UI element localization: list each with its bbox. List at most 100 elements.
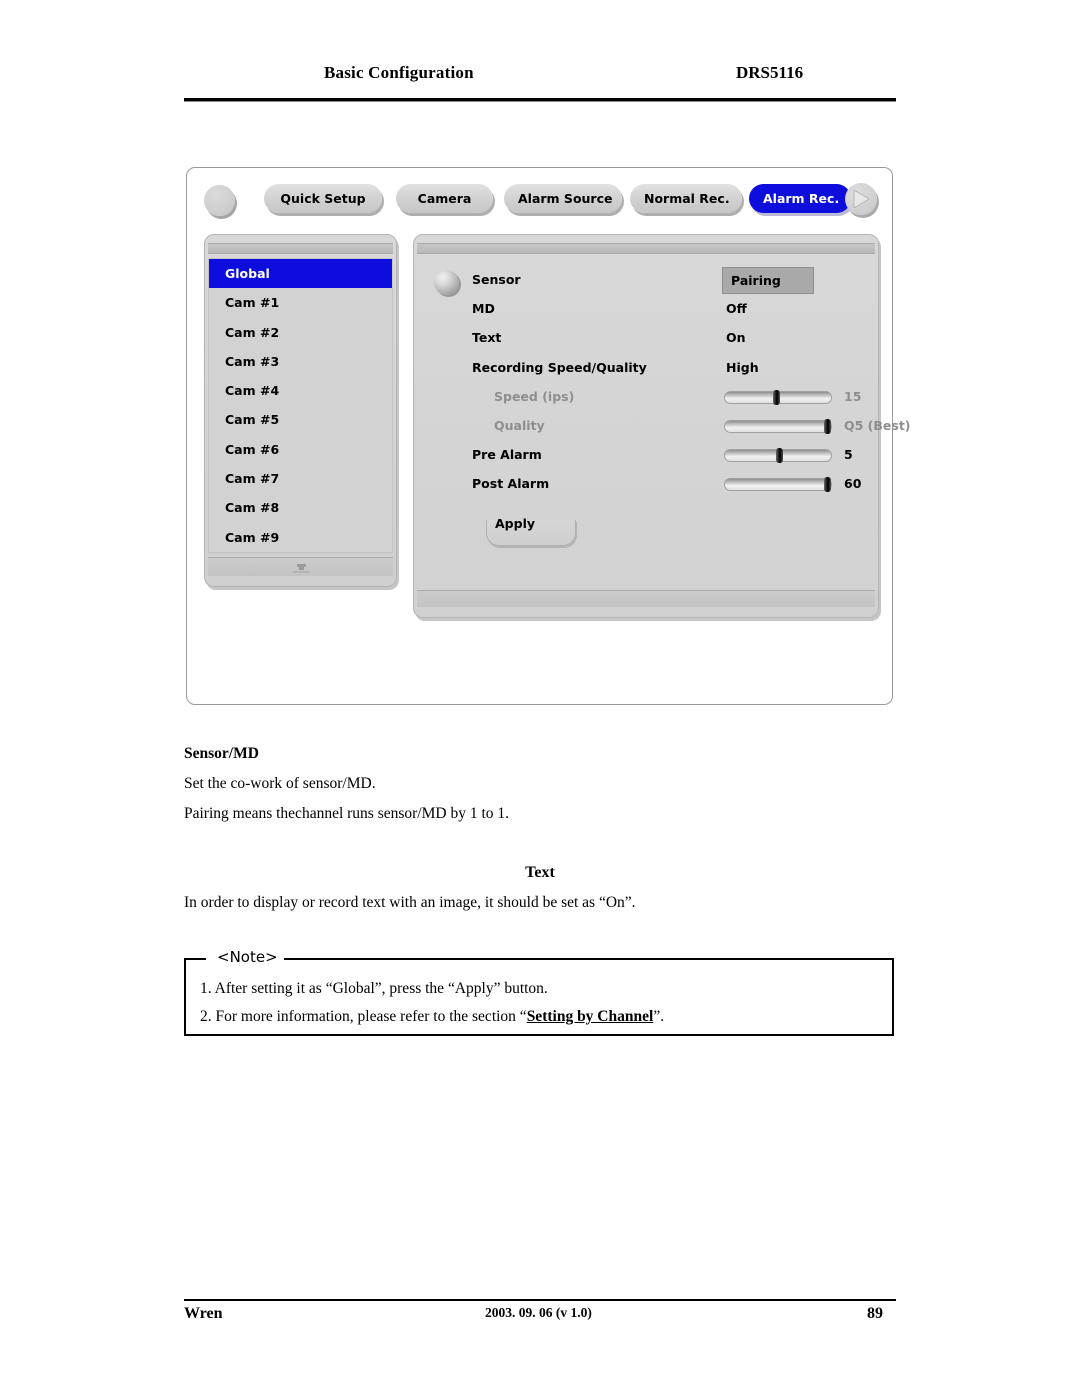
setting-row-text: Text On bbox=[472, 327, 872, 356]
note-line-2: 2. For more information, please refer to… bbox=[200, 1008, 664, 1026]
setting-row-sensor: Sensor Pairing bbox=[472, 267, 872, 298]
list-item-label: Cam #3 bbox=[225, 353, 280, 369]
tab-alarm-source[interactable]: Alarm Source bbox=[504, 184, 622, 213]
section-paragraph-2: Pairing means thechannel runs sensor/MD … bbox=[184, 805, 510, 822]
camera-list-panel: Global Cam #1 Cam #2 Cam #3 Cam #4 Cam #… bbox=[204, 234, 397, 587]
list-item-label: Cam #2 bbox=[225, 324, 280, 340]
list-item-cam4[interactable]: Cam #4 bbox=[209, 376, 392, 405]
slider-quality[interactable] bbox=[724, 418, 832, 434]
setting-label-pre-alarm: Pre Alarm bbox=[472, 447, 542, 463]
note-line-2-suffix: ”. bbox=[653, 1008, 665, 1025]
list-item-label: Cam #6 bbox=[225, 441, 280, 457]
section-heading-text: Text bbox=[525, 864, 555, 881]
slider-thumb[interactable] bbox=[772, 389, 780, 405]
list-item-global[interactable]: Global bbox=[209, 259, 392, 289]
settings-header-bar bbox=[417, 243, 875, 254]
scroll-down-icon[interactable] bbox=[292, 562, 310, 580]
page-model-label: DRS5116 bbox=[736, 63, 804, 82]
section-paragraph-1: Set the co-work of sensor/MD. bbox=[184, 775, 376, 792]
setting-row-quality: Quality Q5 (Best) bbox=[472, 415, 911, 444]
footer-divider bbox=[184, 1299, 896, 1301]
camera-list-footer-bar[interactable] bbox=[208, 557, 393, 576]
setting-value-text[interactable]: On bbox=[726, 330, 746, 345]
list-item-label: Cam #9 bbox=[225, 529, 280, 545]
setting-label-sensor: Sensor bbox=[472, 272, 521, 287]
tab-alarm-source-label: Alarm Source bbox=[518, 191, 613, 206]
setting-value-post-alarm: 60 bbox=[844, 476, 862, 492]
circle-button-icon[interactable] bbox=[204, 185, 235, 216]
camera-list-items: Global Cam #1 Cam #2 Cam #3 Cam #4 Cam #… bbox=[208, 258, 393, 553]
tab-alarm-rec[interactable]: Alarm Rec. bbox=[749, 184, 851, 213]
settings-panel: Sensor Pairing MD Off Text On Recording … bbox=[413, 234, 911, 618]
list-item-label: Cam #1 bbox=[225, 295, 280, 311]
tab-camera[interactable]: Camera bbox=[396, 184, 493, 213]
slider-post-alarm[interactable] bbox=[724, 477, 832, 493]
list-item-label: Cam #5 bbox=[225, 412, 280, 428]
dvr-screenshot-frame: Quick Setup Camera Alarm Source Normal R… bbox=[186, 167, 911, 705]
tab-normal-rec[interactable]: Normal Rec. bbox=[630, 184, 742, 213]
list-item-cam5[interactable]: Cam #5 bbox=[209, 405, 392, 434]
page-title: Basic Configuration bbox=[324, 63, 474, 82]
dial-knob-icon[interactable] bbox=[434, 270, 459, 295]
list-item-cam6[interactable]: Cam #6 bbox=[209, 435, 392, 464]
settings-footer-bar bbox=[417, 590, 875, 607]
slider-thumb[interactable] bbox=[775, 448, 783, 464]
slider-pre-alarm[interactable] bbox=[724, 448, 832, 464]
setting-value-speed-ips: 15 bbox=[844, 388, 862, 404]
list-item-label: Cam #8 bbox=[225, 500, 280, 516]
page-header: Basic Configuration DRS5116 bbox=[184, 63, 896, 99]
setting-label-speed-ips: Speed (ips) bbox=[494, 388, 575, 404]
note-box: <Note> 1. After setting it as “Global”, … bbox=[184, 946, 894, 1036]
note-border-right-segment bbox=[284, 958, 894, 960]
apply-button[interactable]: Apply bbox=[486, 516, 576, 546]
apply-button-label: Apply bbox=[495, 516, 536, 531]
footer-page-number: 89 bbox=[867, 1305, 883, 1322]
tab-quick-setup[interactable]: Quick Setup bbox=[264, 184, 382, 213]
slider-thumb[interactable] bbox=[823, 418, 831, 434]
list-item-label: Cam #4 bbox=[225, 383, 280, 399]
slider-speed-ips[interactable] bbox=[724, 389, 832, 405]
footer-date-version: 2003. 09. 06 (v 1.0) bbox=[485, 1305, 592, 1320]
footer-company: Wren bbox=[184, 1305, 223, 1322]
setting-label-md: MD bbox=[472, 301, 495, 317]
tab-quick-setup-label: Quick Setup bbox=[280, 191, 366, 206]
note-line-1: 1. After setting it as “Global”, press t… bbox=[200, 980, 548, 997]
tab-alarm-rec-label: Alarm Rec. bbox=[763, 191, 840, 206]
section-paragraph-3: In order to display or record text with … bbox=[184, 894, 636, 911]
settings-rows: Sensor Pairing MD Off Text On Recording … bbox=[472, 267, 911, 503]
setting-value-quality: Q5 (Best) bbox=[844, 417, 911, 433]
setting-label-text: Text bbox=[472, 330, 502, 346]
note-legend: <Note> bbox=[212, 946, 283, 968]
page-footer: Wren 2003. 09. 06 (v 1.0) 89 bbox=[184, 1305, 896, 1329]
setting-value-pre-alarm: 5 bbox=[844, 447, 853, 463]
setting-label-post-alarm: Post Alarm bbox=[472, 476, 550, 492]
list-item-cam9[interactable]: Cam #9 bbox=[209, 523, 392, 552]
note-border-left-segment bbox=[184, 958, 206, 960]
list-item-cam2[interactable]: Cam #2 bbox=[209, 318, 392, 347]
camera-list-header-bar bbox=[208, 243, 393, 254]
list-item-cam8[interactable]: Cam #8 bbox=[209, 493, 392, 522]
list-item-cam7[interactable]: Cam #7 bbox=[209, 464, 392, 493]
setting-row-md: MD Off bbox=[472, 298, 872, 327]
setting-row-recording-speed-quality: Recording Speed/Quality High bbox=[472, 357, 872, 386]
setting-row-speed-ips: Speed (ips) 15 bbox=[472, 386, 872, 415]
right-arrow-icon[interactable] bbox=[845, 183, 877, 215]
tab-camera-label: Camera bbox=[417, 191, 472, 206]
setting-value-recording-speed-quality[interactable]: High bbox=[726, 360, 759, 375]
tab-normal-rec-label: Normal Rec. bbox=[644, 191, 730, 206]
setting-label-quality: Quality bbox=[494, 417, 545, 433]
note-line-2-prefix: 2. For more information, please refer to… bbox=[200, 1008, 527, 1025]
setting-label-recording-speed-quality: Recording Speed/Quality bbox=[472, 359, 647, 375]
note-line-2-bold: Setting by Channel bbox=[526, 1008, 654, 1025]
header-divider bbox=[184, 98, 896, 102]
setting-value-md[interactable]: Off bbox=[726, 301, 747, 316]
tab-bar: Quick Setup Camera Alarm Source Normal R… bbox=[199, 180, 881, 220]
list-item-cam3[interactable]: Cam #3 bbox=[209, 347, 392, 376]
setting-row-pre-alarm: Pre Alarm 5 bbox=[472, 444, 872, 473]
list-item-label: Cam #7 bbox=[225, 471, 280, 487]
setting-value-sensor[interactable]: Pairing bbox=[722, 267, 814, 294]
slider-thumb[interactable] bbox=[823, 477, 831, 493]
section-heading-sensor-md: Sensor/MD bbox=[184, 745, 259, 762]
list-item-cam1[interactable]: Cam #1 bbox=[209, 288, 392, 317]
list-item-label: Global bbox=[225, 266, 270, 281]
